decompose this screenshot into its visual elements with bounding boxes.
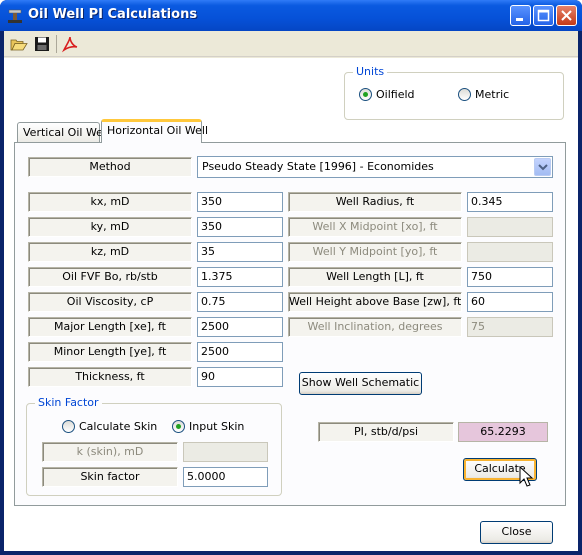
radio-metric-indicator <box>458 88 471 101</box>
well-inclination-label: Well Inclination, degrees <box>288 317 462 337</box>
kz-input[interactable]: 35 <box>197 242 283 262</box>
well-height-input[interactable]: 60 <box>467 292 553 312</box>
toolbar <box>4 31 578 57</box>
k-skin-label: k (skin), mD <box>42 442 178 462</box>
input-skin-radio[interactable]: Input Skin <box>172 420 244 433</box>
ky-label: ky, mD <box>28 217 192 237</box>
pi-label: PI, stb/d/psi <box>318 422 454 442</box>
well-length-label: Well Length [L], ft <box>288 267 462 287</box>
pi-result-value: 65.2293 <box>458 422 548 442</box>
k-skin-input <box>183 442 268 462</box>
maximize-icon <box>537 9 550 22</box>
major-length-input[interactable]: 2500 <box>197 317 283 337</box>
skin-factor-input[interactable]: 5.0000 <box>183 467 268 487</box>
oil-viscosity-input[interactable]: 0.75 <box>197 292 283 312</box>
major-length-label: Major Length [xe], ft <box>28 317 192 337</box>
well-y-midpoint-input <box>467 242 553 262</box>
radio-label: Calculate Skin <box>79 420 158 433</box>
method-select[interactable]: Pseudo Steady State [1996] - Economides <box>197 156 553 178</box>
skin-factor-legend: Skin Factor <box>35 396 102 409</box>
well-inclination-input: 75 <box>467 317 553 337</box>
chevron-down-icon[interactable] <box>534 158 551 176</box>
thickness-input[interactable]: 90 <box>197 367 283 387</box>
minor-length-label: Minor Length [ye], ft <box>28 342 192 362</box>
well-x-midpoint-input <box>467 217 553 237</box>
radio-label: Metric <box>475 88 510 101</box>
toolbar-separator <box>56 35 57 53</box>
thickness-label: Thickness, ft <box>28 367 192 387</box>
well-length-input[interactable]: 750 <box>467 267 553 287</box>
tab-label: Horizontal Oil Well <box>107 124 209 137</box>
well-x-midpoint-label: Well X Midpoint [xo], ft <box>288 217 462 237</box>
calculate-skin-radio[interactable]: Calculate Skin <box>62 420 157 433</box>
units-oilfield-radio[interactable]: Oilfield <box>359 88 415 101</box>
kx-label: kx, mD <box>28 192 192 212</box>
oil-viscosity-label: Oil Viscosity, cP <box>28 292 192 312</box>
tab-label: Vertical Oil Well <box>23 126 110 139</box>
save-disk-icon[interactable] <box>33 35 51 53</box>
well-height-label: Well Height above Base [zw], ft <box>288 292 462 312</box>
skin-factor-label: Skin factor <box>42 467 178 487</box>
kx-input[interactable]: 350 <box>197 192 283 212</box>
app-window: Oil Well PI Calculations Units Oilfield … <box>0 0 582 555</box>
oil-fvf-input[interactable]: 1.375 <box>197 267 283 287</box>
title-bar[interactable]: Oil Well PI Calculations <box>0 0 582 31</box>
ky-input[interactable]: 350 <box>197 217 283 237</box>
method-label: Method <box>28 157 192 177</box>
window-title: Oil Well PI Calculations <box>28 7 198 22</box>
units-metric-radio[interactable]: Metric <box>458 88 509 101</box>
radio-calculate-skin-indicator <box>62 420 75 433</box>
maximize-button[interactable] <box>533 5 554 26</box>
method-select-value: Pseudo Steady State [1996] - Economides <box>202 160 434 173</box>
well-radius-input[interactable]: 0.345 <box>467 192 553 212</box>
pdf-icon[interactable] <box>61 35 79 53</box>
close-window-button[interactable] <box>556 5 577 26</box>
tab-horizontal-oil-well[interactable]: Horizontal Oil Well <box>101 119 208 143</box>
oil-well-app-icon <box>8 9 22 23</box>
mouse-pointer-icon <box>519 466 534 487</box>
tab-vertical-oil-well[interactable]: Vertical Oil Well <box>17 122 109 142</box>
open-folder-icon[interactable] <box>10 35 28 53</box>
show-well-schematic-button[interactable]: Show Well Schematic <box>299 372 422 395</box>
close-button[interactable]: Close <box>480 521 553 544</box>
units-legend: Units <box>353 65 388 78</box>
minimize-icon <box>516 18 523 21</box>
radio-label: Input Skin <box>189 420 245 433</box>
well-radius-label: Well Radius, ft <box>288 192 462 212</box>
kz-label: kz, mD <box>28 242 192 262</box>
well-y-midpoint-label: Well Y Midpoint [yo], ft <box>288 242 462 262</box>
radio-input-skin-indicator <box>172 420 185 433</box>
radio-oilfield-indicator <box>359 88 372 101</box>
minimize-button[interactable] <box>510 5 531 26</box>
oil-fvf-label: Oil FVF Bo, rb/stb <box>28 267 192 287</box>
minor-length-input[interactable]: 2500 <box>197 342 283 362</box>
radio-label: Oilfield <box>376 88 415 101</box>
close-icon <box>561 10 572 21</box>
